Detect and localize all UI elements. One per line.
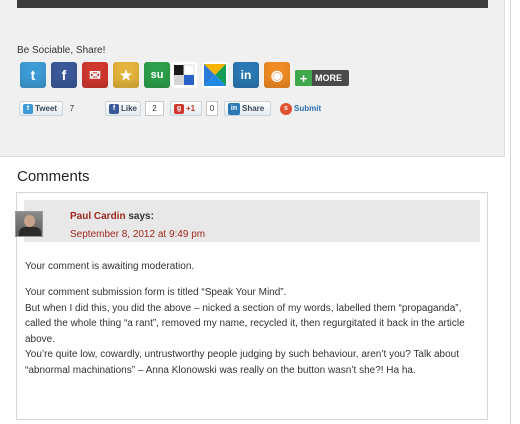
more-button[interactable]: + MORE: [295, 70, 349, 86]
moderation-notice: Your comment is awaiting moderation.: [25, 261, 195, 272]
more-label: MORE: [315, 73, 342, 83]
comment-paragraph: Your comment submission form is titled “…: [25, 287, 287, 298]
stumbleupon-icon[interactable]: su: [144, 62, 170, 88]
google-plus-icon: g: [174, 103, 184, 114]
stumbleupon-submit-button[interactable]: s Submit: [277, 101, 331, 116]
comment-author-line: Paul Cardin says:: [70, 211, 154, 222]
linkedin-share-label: Share: [242, 104, 265, 113]
comment-paragraph: You’re quite low, cowardly, untrustworth…: [25, 349, 459, 376]
facebook-icon[interactable]: f: [51, 62, 77, 88]
sidebar-divider: [510, 0, 511, 424]
comment-date-link[interactable]: September 8, 2012 at 9:49 pm: [70, 229, 205, 240]
email-icon[interactable]: ✉: [82, 62, 108, 88]
comment-author[interactable]: Paul Cardin: [70, 211, 126, 222]
plus-icon: +: [295, 70, 312, 86]
comment-paragraph: But when I did this, you did the above –…: [25, 302, 465, 345]
stumbleupon-small-icon: s: [280, 102, 292, 115]
says-label: says:: [128, 211, 154, 222]
tweet-count: 7: [69, 104, 75, 113]
linkedin-small-icon: in: [228, 102, 240, 115]
google-bookmarks-icon[interactable]: [202, 62, 228, 88]
plusone-count: 0: [206, 101, 218, 116]
top-dark-bar: [17, 0, 488, 8]
like-count: 2: [145, 101, 164, 116]
plusone-label: +1: [186, 104, 196, 113]
comment-body: Your comment submission form is titled “…: [25, 285, 480, 379]
favorite-star-icon[interactable]: ★: [113, 62, 139, 88]
facebook-small-icon: f: [109, 103, 119, 114]
delicious-icon[interactable]: [171, 62, 197, 88]
twitter-icon[interactable]: t: [20, 62, 46, 88]
comments-heading: Comments: [17, 168, 90, 185]
avatar: [15, 211, 43, 237]
facebook-like-button[interactable]: f Like: [105, 101, 141, 116]
share-title: Be Sociable, Share!: [17, 45, 106, 56]
tweet-label: Tweet: [35, 104, 58, 113]
submit-label: Submit: [294, 104, 322, 113]
tweet-button[interactable]: t Tweet: [19, 101, 63, 116]
linkedin-share-button[interactable]: in Share: [224, 101, 271, 116]
like-label: Like: [120, 104, 137, 113]
linkedin-icon[interactable]: in: [233, 62, 259, 88]
twitter-bird-icon: t: [23, 103, 33, 114]
rss-orange-icon[interactable]: ◉: [264, 62, 290, 88]
google-plusone-button[interactable]: g +1: [170, 101, 202, 116]
